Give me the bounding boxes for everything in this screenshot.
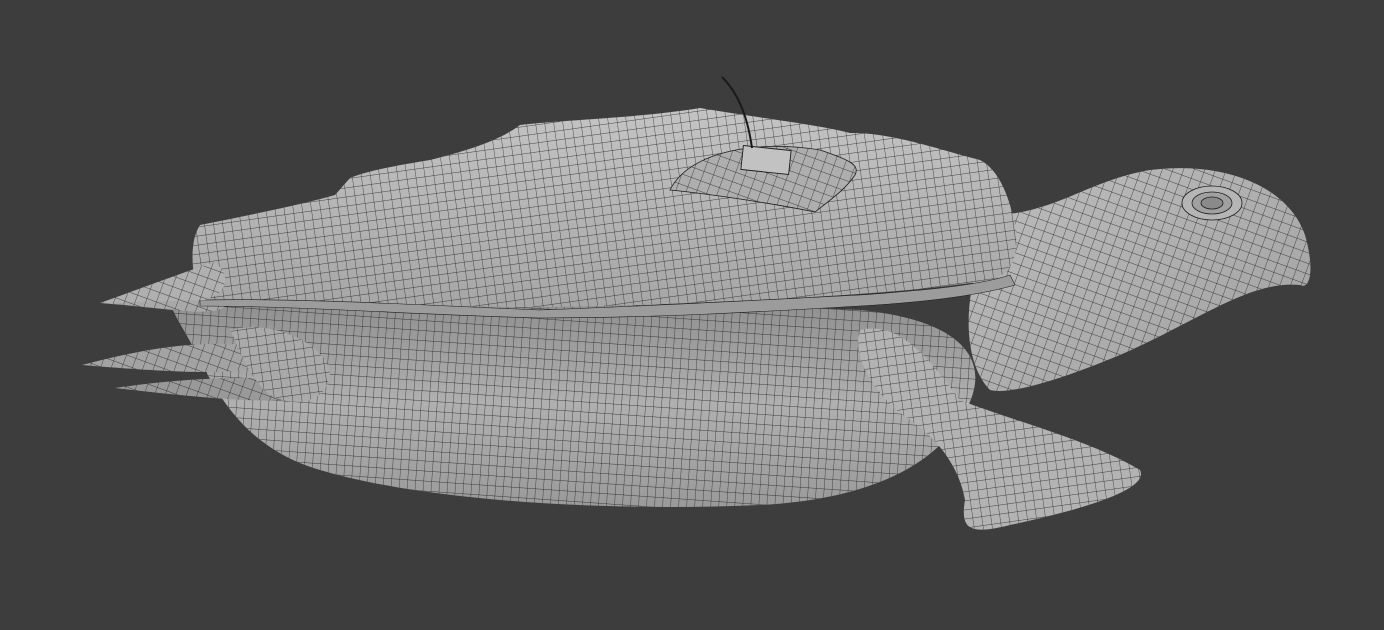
turtle-model — [82, 76, 1311, 530]
3d-viewport[interactable] — [0, 0, 1384, 630]
turtle-shell — [100, 108, 1017, 319]
turtle-head — [968, 168, 1311, 391]
turtle-body — [170, 300, 976, 507]
